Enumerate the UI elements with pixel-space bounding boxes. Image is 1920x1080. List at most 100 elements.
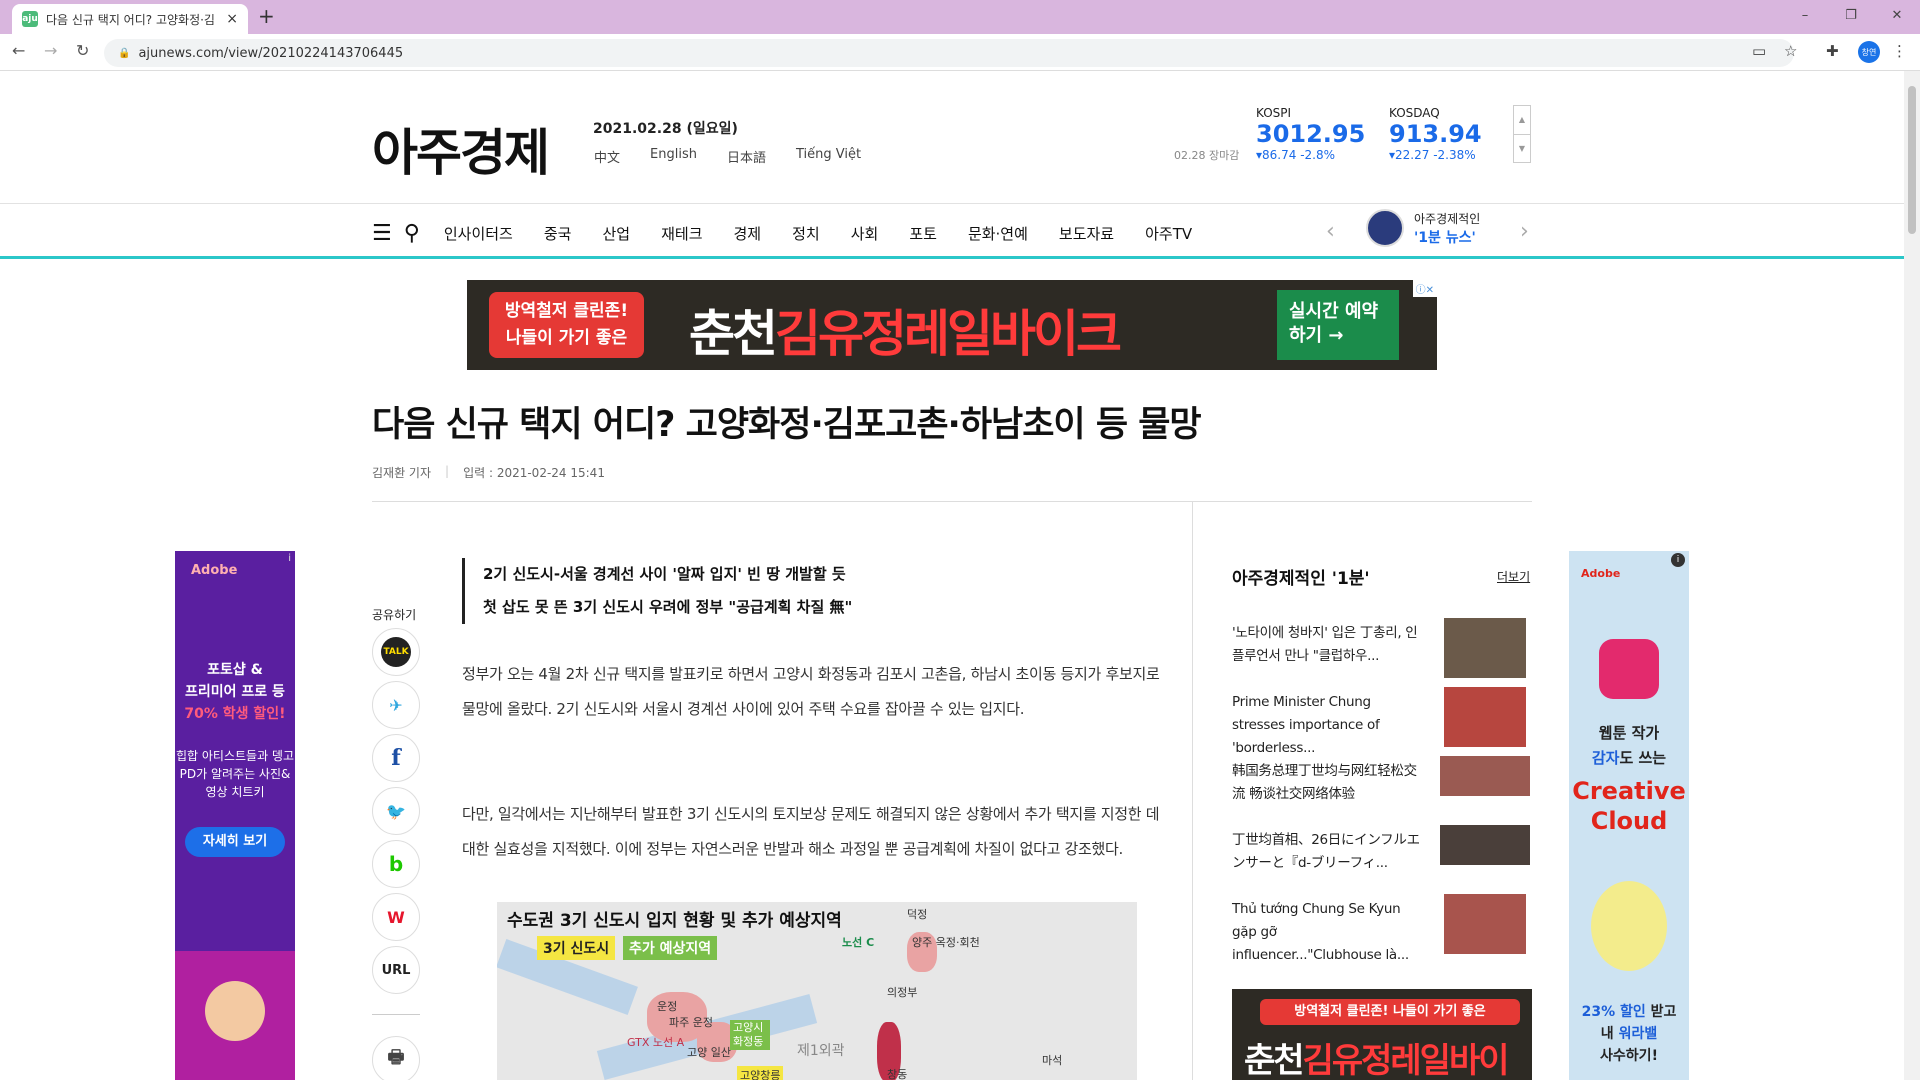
ad-info-icon[interactable]: i [288,553,291,564]
adobe-logo: Adobe [191,563,238,578]
nav-industry[interactable]: 산업 [602,223,630,244]
sidebar-news-title: 丁世均首相、26日にインフルエンサーと『d-ブリーフィ... [1232,832,1420,871]
ad-info-icon[interactable]: i [1671,553,1685,567]
telegram-icon: ✈ [389,695,403,715]
back-icon[interactable]: ← [12,41,25,60]
lang-english[interactable]: English [650,147,697,166]
tab-close-icon[interactable]: × [226,11,238,27]
url-copy-button[interactable]: URL [372,946,420,994]
bookmark-star-icon[interactable]: ☆ [1784,42,1797,60]
column-divider [1192,502,1193,1080]
nav-economy[interactable]: 경제 [734,223,762,244]
new-tab-button[interactable]: + [258,4,275,28]
map-legend-expected: 추가 예상지역 [623,936,718,960]
ad-right-offer: 23% 할인 받고 내 워라밸 사수하기! [1569,1001,1689,1067]
sidebar-news-title: Prime Minister Chung stresses importance… [1232,694,1380,756]
top-ad-banner[interactable]: 방역철저 클린존! 나들이 가기 좋은 춘천김유정레일바이크 실시간 예약하기 … [467,280,1437,370]
adobe-logo: Adobe [1581,567,1621,580]
scrollbar-thumb[interactable] [1908,86,1916,234]
reload-icon[interactable]: ↻ [76,41,89,60]
close-window-button[interactable]: ✕ [1874,0,1920,30]
right-skyscraper-ad[interactable]: Adobe i 웹툰 작가 감자도 쓰는 Creative Cloud 23% … [1569,551,1689,1080]
telegram-share-button[interactable]: ✈ [372,681,420,729]
facebook-share-button[interactable]: f [372,734,420,782]
sidebar-news-item[interactable]: 韩国务总理丁世均与网红轻松交流 畅谈社交网络体验 [1232,756,1532,820]
byline-separator: | [445,464,450,478]
menu-dots-icon[interactable]: ⋮ [1892,42,1907,60]
map-label-yangju: 양주 옥정·회천 [912,936,980,949]
nav-press[interactable]: 보도자료 [1059,223,1114,244]
creative-cloud-icon [1599,639,1659,699]
cast-icon[interactable]: ▭ [1752,42,1766,60]
search-icon[interactable]: ⚲ [404,221,420,246]
lang-japanese[interactable]: 日本語 [727,147,766,166]
ad-left-line2: 프리미어 프로 등 [185,684,285,700]
print-button[interactable]: 🖶 [372,1036,420,1080]
weibo-icon: W [387,907,405,927]
extensions-icon[interactable]: ✚ [1826,42,1839,60]
band-share-button[interactable]: b [372,840,420,888]
forward-icon[interactable]: → [44,41,57,60]
nav-finance[interactable]: 재테크 [661,223,702,244]
lang-vietnamese[interactable]: Tiếng Việt [796,147,861,166]
profile-avatar[interactable]: 창연 [1858,41,1880,63]
ad-right-author: 감자 [1591,749,1620,767]
banner-title-prefix: 춘천 [689,305,778,363]
nav-insiders[interactable]: 인사이터즈 [444,223,513,244]
market-close-label: 02.28 장마감 [1174,149,1240,162]
restore-button[interactable]: ❐ [1828,0,1874,30]
sidebar-news-item[interactable]: Thủ tướng Chung Se Kyun gặp gỡ influence… [1232,894,1532,963]
map-label-outer-ring: 제1외곽 [797,1043,845,1059]
lang-chinese[interactable]: 中文 [594,147,620,166]
nav-photo[interactable]: 포토 [909,223,937,244]
nav-society[interactable]: 사회 [851,223,879,244]
banner-cleanzone-badge: 방역철저 클린존! 나들이 가기 좋은 [489,292,644,358]
minimize-button[interactable]: – [1782,0,1828,30]
sidebar-more-link[interactable]: 더보기 [1497,568,1530,585]
weibo-share-button[interactable]: W [372,893,420,941]
nav-china[interactable]: 중국 [544,223,572,244]
nav-culture[interactable]: 문화·연예 [968,223,1028,244]
map-label-hwajeong: 고양시 화정동 [730,1020,770,1050]
summary-line2: 첫 삽도 못 뜬 3기 신도시 우려에 정부 "공급계획 차질 無" [483,598,853,616]
banner-reserve-button[interactable]: 실시간 예약하기 → [1277,290,1399,360]
promo-prev-icon[interactable]: ‹ [1326,219,1335,244]
sidebar-news-item[interactable]: 丁世均首相、26日にインフルエンサーと『d-ブリーフィ... [1232,825,1532,889]
ad-left-more-button[interactable]: 자세히 보기 [185,827,285,857]
ad-left-discount: 70% 학생 할인! [184,706,286,722]
map-label-gtx-a: GTX 노선 A [627,1036,685,1049]
address-bar[interactable]: 🔒 ajunews.com/view/20210224143706445 [104,39,1794,67]
left-skyscraper-ad[interactable]: Adobe i 포토샵 & 프리미어 프로 등 70% 학생 할인! 힙합 아티… [175,551,295,1080]
article-headline: 다음 신규 택지 어디? 고양화정·김포고촌·하남초이 등 물망 [372,405,1202,445]
map-legend-existing: 3기 신도시 [537,936,616,960]
sidebar-news-item[interactable]: '노타이에 청바지' 입은 丁총리, 인플루언서 만나 "클럽하우... [1232,618,1532,682]
promo-line1: 아주경제적인 [1414,211,1481,226]
index-down-icon[interactable]: ▼ [1514,134,1530,162]
header-divider [0,203,1904,204]
browser-tab[interactable]: aju 다음 신규 택지 어디? 고양화정·김 × [12,4,248,34]
ad-right-line1: 웹툰 작가 [1598,724,1660,742]
ad-choices-icon[interactable]: ⓘ✕ [1412,280,1437,297]
site-logo[interactable]: 아주경제 [372,113,550,185]
share-divider [372,1014,420,1015]
index-up-icon[interactable]: ▲ [1514,106,1530,134]
nav-politics[interactable]: 정치 [792,223,820,244]
main-nav: ☰ ⚲ 인사이터즈 중국 산업 재테크 경제 정치 사회 포토 문화·연예 보도… [372,221,1223,246]
map-label-changneung: 고양창릉 [737,1066,784,1080]
one-minute-news-promo[interactable]: 아주경제적인 '1분 뉴스' [1366,209,1480,247]
ad-left-headline: 포토샵 & 프리미어 프로 등 70% 학생 할인! [175,659,295,725]
sidebar-news-item[interactable]: Prime Minister Chung stresses importance… [1232,687,1532,756]
nav-ajutv[interactable]: 아주TV [1145,223,1192,244]
reporter-name[interactable]: 김재환 기자 [372,464,431,481]
ad-right-wlb: 워라밸 [1618,1026,1658,1042]
banner-title-highlight: 김유정레일바이크 [775,305,1122,363]
ad-right-keep: 사수하기! [1600,1048,1658,1064]
kospi-name: KOSPI [1256,106,1292,120]
kakaotalk-share-button[interactable]: TALK [372,628,420,676]
sidebar-ad-banner[interactable]: 방역철저 클린존! 나들이 가기 좋은 춘천김유정레일바이크 [1232,989,1532,1080]
sidebar-news-thumbnail [1444,618,1526,678]
hamburger-icon[interactable]: ☰ [372,221,392,246]
twitter-share-button[interactable]: 🐦 [372,787,420,835]
sidebar-news-title: 韩国务总理丁世均与网红轻松交流 畅谈社交网络体验 [1232,763,1417,802]
promo-next-icon[interactable]: › [1520,219,1529,244]
